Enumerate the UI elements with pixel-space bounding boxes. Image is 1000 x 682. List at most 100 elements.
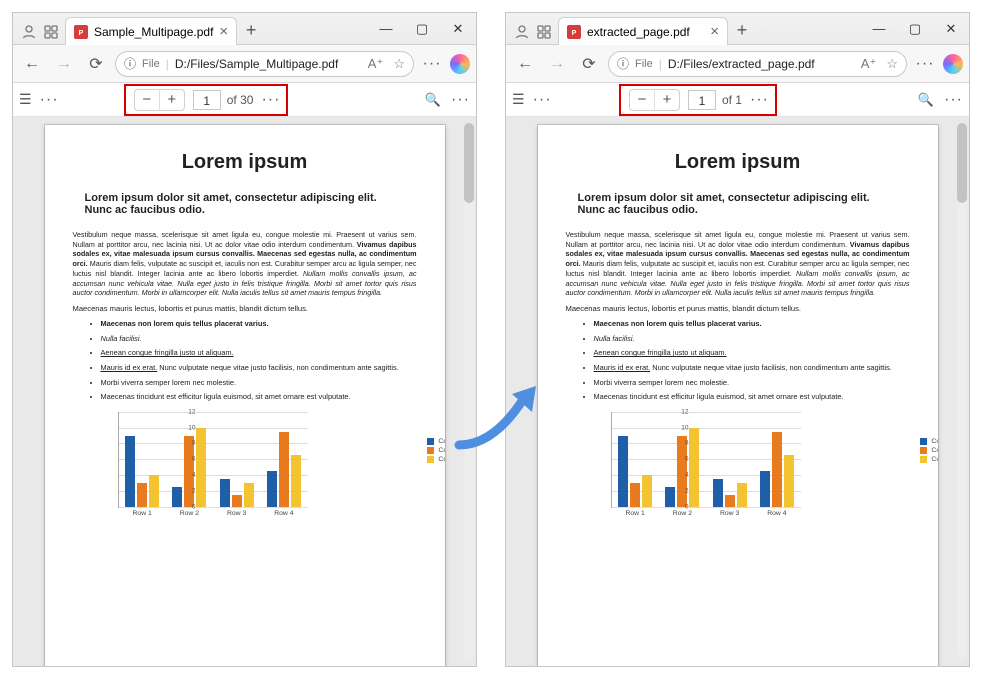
tab-active[interactable]: P Sample_Multipage.pdf × (65, 17, 237, 45)
scrollbar-track (957, 123, 967, 660)
favorite-icon[interactable]: ☆ (886, 56, 898, 72)
contents-icon[interactable]: ☰ (512, 91, 525, 108)
pdf-toolbar-more-center[interactable]: ··· (750, 91, 769, 109)
url-field[interactable]: ⓘ File | D:/Files/extracted_page.pdf A⁺ … (608, 51, 907, 77)
close-window-button[interactable]: ✕ (440, 13, 476, 44)
minimize-button[interactable]: — (368, 13, 404, 44)
forward-button: → (544, 55, 570, 73)
read-aloud-icon[interactable]: A⁺ (368, 56, 384, 72)
list-item: Nulla facilisi. (594, 334, 910, 344)
page-subtitle: Lorem ipsum dolor sit amet, consectetur … (566, 192, 910, 216)
paragraph: Vestibulum neque massa, scelerisque sit … (566, 230, 910, 298)
url-field[interactable]: ⓘ File | D:/Files/Sample_Multipage.pdf A… (115, 51, 414, 77)
more-button[interactable]: ··· (913, 55, 937, 73)
list-item: Aenean congue fringilla justo ut aliquam… (594, 348, 910, 358)
list-intro: Maecenas mauris lectus, lobortis et puru… (73, 304, 417, 313)
pdf-viewer[interactable]: Lorem ipsum Lorem ipsum dolor sit amet, … (506, 117, 969, 666)
address-bar: ← → ⟳ ⓘ File | D:/Files/Sample_Multipage… (13, 45, 476, 83)
pdf-icon: P (74, 25, 88, 39)
scrollbar-thumb[interactable] (464, 123, 474, 203)
page-current-input[interactable]: 1 (193, 90, 221, 110)
maximize-button[interactable]: ▢ (897, 13, 933, 44)
zoom-control: − + (134, 89, 185, 111)
search-icon[interactable]: 🔍 (425, 92, 441, 108)
forward-button: → (51, 55, 77, 73)
page-title: Lorem ipsum (73, 151, 417, 174)
workspaces-icon[interactable] (536, 24, 552, 40)
tab-title: Sample_Multipage.pdf (94, 25, 213, 39)
info-icon[interactable]: ⓘ (124, 55, 136, 72)
svg-text:P: P (79, 30, 84, 37)
back-button[interactable]: ← (19, 55, 45, 73)
read-aloud-icon[interactable]: A⁺ (861, 56, 877, 72)
list-item: Mauris id ex erat. Nunc vulputate neque … (101, 363, 417, 373)
zoom-control: − + (629, 89, 680, 111)
new-tab-button[interactable]: + (237, 20, 265, 44)
zoom-out-button[interactable]: − (135, 91, 159, 108)
titlebar: P Sample_Multipage.pdf × + — ▢ ✕ (13, 13, 476, 45)
bar-chart: Row 1Row 2Row 3Row 4 Column 1Column 2Col… (593, 412, 883, 508)
bullet-list: Maecenas non lorem quis tellus placerat … (73, 319, 417, 402)
zoom-out-button[interactable]: − (630, 91, 654, 108)
close-tab-icon[interactable]: × (710, 24, 719, 39)
pdf-toolbar: ☰ ··· − + 1 of 30 ··· 🔍 ··· (13, 83, 476, 117)
address-bar: ← → ⟳ ⓘ File | D:/Files/extracted_page.p… (506, 45, 969, 83)
info-icon[interactable]: ⓘ (617, 55, 629, 72)
close-window-button[interactable]: ✕ (933, 13, 969, 44)
list-item: Morbi viverra semper lorem nec molestie. (101, 378, 417, 388)
maximize-button[interactable]: ▢ (404, 13, 440, 44)
svg-text:P: P (572, 30, 577, 37)
pdf-toolbar-more-right[interactable]: ··· (944, 91, 963, 109)
minimize-button[interactable]: — (861, 13, 897, 44)
page-current-input[interactable]: 1 (688, 90, 716, 110)
pdf-icon: P (567, 25, 581, 39)
pdf-page: Lorem ipsum Lorem ipsum dolor sit amet, … (538, 125, 938, 666)
list-item: Nulla facilisi. (101, 334, 417, 344)
contents-icon[interactable]: ☰ (19, 91, 32, 108)
page-control: 1 of 1 (688, 90, 742, 110)
copilot-icon[interactable] (943, 54, 963, 74)
more-button[interactable]: ··· (420, 55, 444, 73)
close-tab-icon[interactable]: × (219, 24, 228, 39)
pdf-toolbar: ☰ ··· − + 1 of 1 ··· 🔍 ··· (506, 83, 969, 117)
new-tab-button[interactable]: + (728, 20, 756, 44)
browser-window-left: P Sample_Multipage.pdf × + — ▢ ✕ ← → ⟳ ⓘ… (12, 12, 477, 667)
bar-chart: Row 1Row 2Row 3Row 4 Column 1Column 2Col… (100, 412, 390, 508)
list-intro: Maecenas mauris lectus, lobortis et puru… (566, 304, 910, 313)
url-text: D:/Files/extracted_page.pdf (668, 57, 851, 71)
search-icon[interactable]: 🔍 (918, 92, 934, 108)
tab-title: extracted_page.pdf (587, 25, 690, 39)
list-item: Maecenas tincidunt est efficitur ligula … (594, 392, 910, 402)
page-control: 1 of 30 (193, 90, 254, 110)
list-item: Mauris id ex erat. Nunc vulputate neque … (594, 363, 910, 373)
pdf-toolbar-more-center[interactable]: ··· (261, 91, 280, 109)
back-button[interactable]: ← (512, 55, 538, 73)
copilot-icon[interactable] (450, 54, 470, 74)
list-item: Morbi viverra semper lorem nec molestie. (594, 378, 910, 388)
titlebar: P extracted_page.pdf × + — ▢ ✕ (506, 13, 969, 45)
pdf-viewer[interactable]: Lorem ipsum Lorem ipsum dolor sit amet, … (13, 117, 476, 666)
scrollbar-thumb[interactable] (957, 123, 967, 203)
list-item: Aenean congue fringilla justo ut aliquam… (101, 348, 417, 358)
tab-active[interactable]: P extracted_page.pdf × (558, 17, 728, 45)
favorite-icon[interactable]: ☆ (393, 56, 405, 72)
scrollbar-track (464, 123, 474, 660)
list-item: Maecenas non lorem quis tellus placerat … (101, 319, 417, 329)
zoom-in-button[interactable]: + (160, 91, 184, 108)
file-label: File (635, 58, 653, 70)
pdf-toolbar-more-left[interactable]: ··· (40, 91, 59, 109)
page-subtitle: Lorem ipsum dolor sit amet, consectetur … (73, 192, 417, 216)
list-item: Maecenas non lorem quis tellus placerat … (594, 319, 910, 329)
file-label: File (142, 58, 160, 70)
list-item: Maecenas tincidunt est efficitur ligula … (101, 392, 417, 402)
page-title: Lorem ipsum (566, 151, 910, 174)
reload-button[interactable]: ⟳ (83, 54, 109, 74)
pdf-toolbar-more-left[interactable]: ··· (533, 91, 552, 109)
zoom-in-button[interactable]: + (655, 91, 679, 108)
pdf-toolbar-more-right[interactable]: ··· (451, 91, 470, 109)
url-text: D:/Files/Sample_Multipage.pdf (175, 57, 358, 71)
reload-button[interactable]: ⟳ (576, 54, 602, 74)
profile-icon[interactable] (21, 24, 37, 40)
workspaces-icon[interactable] (43, 24, 59, 40)
profile-icon[interactable] (514, 24, 530, 40)
